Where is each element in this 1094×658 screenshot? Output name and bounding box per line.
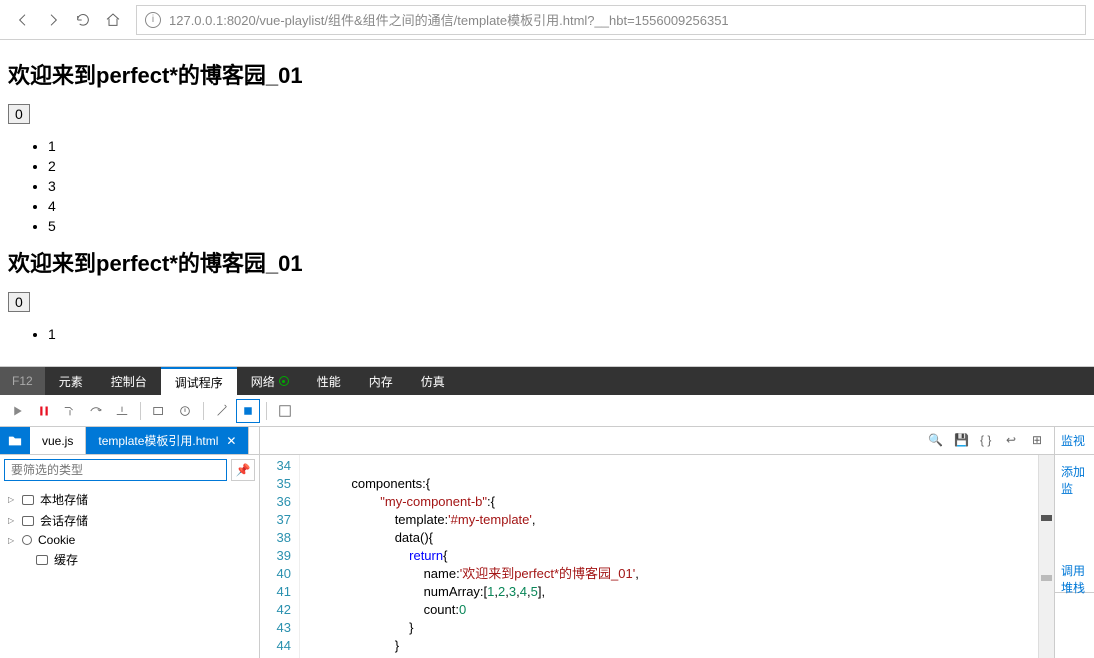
tab-network[interactable]: 网络 bbox=[237, 367, 303, 395]
file-tab-vue[interactable]: vue.js bbox=[30, 427, 86, 454]
debugger-sidebar: vue.js template模板引用.html ✕ 📌 本地存储 会话存储 Co… bbox=[0, 427, 260, 658]
tab-debugger[interactable]: 调试程序 bbox=[161, 367, 237, 395]
tree-local-label: 本地存储 bbox=[40, 491, 88, 508]
code-toolbar: 🔍 💾 { } ↩ ⊞ bbox=[260, 427, 1054, 455]
debugger-toolbar bbox=[0, 395, 1094, 427]
word-wrap-icon[interactable]: ↩ bbox=[1006, 433, 1022, 449]
info-icon: i bbox=[145, 12, 161, 28]
pause-icon[interactable] bbox=[32, 399, 56, 423]
tree-cookie-label: Cookie bbox=[38, 533, 75, 547]
page-heading-1: 欢迎来到perfect*的博客园_01 bbox=[8, 58, 1086, 90]
record-icon bbox=[279, 376, 289, 386]
file-tabs: vue.js template模板引用.html ✕ bbox=[0, 427, 259, 455]
tree-cache[interactable]: 缓存 bbox=[8, 549, 251, 570]
scroll-mark bbox=[1041, 575, 1052, 581]
list-item: 1 bbox=[48, 136, 1086, 156]
type-filter-input[interactable] bbox=[4, 459, 227, 481]
pin-icon[interactable]: 📌 bbox=[231, 459, 255, 481]
debugger-body: vue.js template模板引用.html ✕ 📌 本地存储 会话存储 Co… bbox=[0, 427, 1094, 658]
code-body[interactable]: 3435363738394041424344 components:{ "my-… bbox=[260, 455, 1054, 658]
storage-tree: 本地存储 会话存储 Cookie 缓存 bbox=[0, 485, 259, 574]
folder-picker-icon[interactable] bbox=[0, 427, 30, 454]
devtools: F12 元素 控制台 调试程序 网络 性能 内存 仿真 vue.js templ… bbox=[0, 366, 1094, 658]
browser-toolbar: i 127.0.0.1:8020/vue-playlist/组件&组件之间的通信… bbox=[0, 0, 1094, 40]
callstack-tab[interactable]: 调用堆栈 bbox=[1055, 565, 1094, 593]
cookie-icon bbox=[22, 535, 32, 545]
address-bar[interactable]: i 127.0.0.1:8020/vue-playlist/组件&组件之间的通信… bbox=[136, 5, 1086, 35]
separator bbox=[266, 402, 267, 420]
code-area: 🔍 💾 { } ↩ ⊞ 3435363738394041424344 compo… bbox=[260, 427, 1054, 658]
tab-elements[interactable]: 元素 bbox=[45, 367, 97, 395]
watch-tab[interactable]: 监视 bbox=[1055, 427, 1094, 455]
wand-icon[interactable] bbox=[210, 399, 234, 423]
tree-session-label: 会话存储 bbox=[40, 512, 88, 529]
tree-cache-label: 缓存 bbox=[54, 551, 78, 568]
counter-button-2[interactable]: 0 bbox=[8, 292, 30, 312]
break-new-worker-icon[interactable] bbox=[147, 399, 171, 423]
continue-icon[interactable] bbox=[6, 399, 30, 423]
refresh-icon[interactable] bbox=[68, 5, 98, 35]
counter-button-1[interactable]: 0 bbox=[8, 104, 30, 124]
code-lines: components:{ "my-component-b":{ template… bbox=[300, 455, 1038, 658]
tab-emulation[interactable]: 仿真 bbox=[407, 367, 459, 395]
source-map-icon[interactable]: ⊞ bbox=[1032, 433, 1048, 449]
step-out-icon[interactable] bbox=[110, 399, 134, 423]
break-exception-icon[interactable] bbox=[173, 399, 197, 423]
cache-icon bbox=[36, 555, 48, 565]
close-icon[interactable]: ✕ bbox=[226, 434, 236, 448]
filter-row: 📌 bbox=[0, 455, 259, 485]
file-tab-template-label: template模板引用.html bbox=[98, 432, 218, 449]
pretty-print-icon[interactable]: { } bbox=[980, 433, 996, 449]
home-icon[interactable] bbox=[98, 5, 128, 35]
tree-cookie[interactable]: Cookie bbox=[8, 531, 251, 549]
just-my-code-icon[interactable] bbox=[236, 399, 260, 423]
step-into-icon[interactable] bbox=[58, 399, 82, 423]
separator bbox=[140, 402, 141, 420]
page-viewport: 欢迎来到perfect*的博客园_01 0 12345 欢迎来到perfect*… bbox=[0, 40, 1094, 366]
list-item: 5 bbox=[48, 216, 1086, 236]
f12-label: F12 bbox=[0, 367, 45, 395]
step-over-icon[interactable] bbox=[84, 399, 108, 423]
back-icon[interactable] bbox=[8, 5, 38, 35]
save-icon[interactable]: 💾 bbox=[954, 433, 970, 449]
content-scripts-icon[interactable] bbox=[273, 399, 297, 423]
url-text: 127.0.0.1:8020/vue-playlist/组件&组件之间的通信/t… bbox=[169, 10, 729, 29]
list-item: 3 bbox=[48, 176, 1086, 196]
list-item: 4 bbox=[48, 196, 1086, 216]
right-panel: 监视 添加监 调用堆栈 bbox=[1054, 427, 1094, 658]
tab-performance[interactable]: 性能 bbox=[303, 367, 355, 395]
file-tab-template[interactable]: template模板引用.html ✕ bbox=[86, 427, 249, 454]
list-item: 1 bbox=[48, 324, 1086, 344]
devtools-tabs: F12 元素 控制台 调试程序 网络 性能 内存 仿真 bbox=[0, 367, 1094, 395]
disk-icon bbox=[22, 516, 34, 526]
number-list-1: 12345 bbox=[48, 136, 1086, 236]
tab-console[interactable]: 控制台 bbox=[97, 367, 161, 395]
tree-session-storage[interactable]: 会话存储 bbox=[8, 510, 251, 531]
add-watch-link[interactable]: 添加监 bbox=[1055, 455, 1094, 505]
tree-local-storage[interactable]: 本地存储 bbox=[8, 489, 251, 510]
list-item: 2 bbox=[48, 156, 1086, 176]
disk-icon bbox=[22, 495, 34, 505]
scroll-mark bbox=[1041, 515, 1052, 521]
number-list-2: 1 bbox=[48, 324, 1086, 344]
tab-network-label: 网络 bbox=[251, 373, 275, 390]
tab-memory[interactable]: 内存 bbox=[355, 367, 407, 395]
scroll-indicator[interactable] bbox=[1038, 455, 1054, 658]
page-heading-2: 欢迎来到perfect*的博客园_01 bbox=[8, 246, 1086, 278]
search-icon[interactable]: 🔍 bbox=[928, 433, 944, 449]
line-gutter: 3435363738394041424344 bbox=[260, 455, 300, 658]
forward-icon[interactable] bbox=[38, 5, 68, 35]
separator bbox=[203, 402, 204, 420]
